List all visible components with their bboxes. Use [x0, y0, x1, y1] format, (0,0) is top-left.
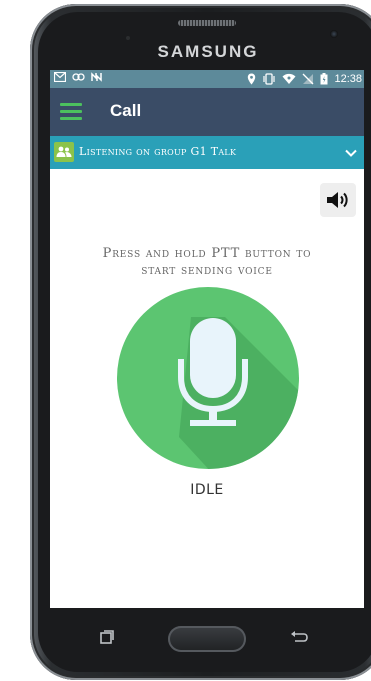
location-icon [248, 73, 256, 85]
speaker-toggle-button[interactable] [320, 183, 356, 217]
vibrate-icon [263, 73, 276, 85]
app-bar: Call [50, 88, 364, 136]
link-icon [72, 73, 85, 81]
group-icon [54, 142, 74, 162]
group-selector[interactable]: Listening on group G1 Talk [50, 136, 364, 169]
status-time: 12:38 [334, 73, 362, 85]
back-icon[interactable] [290, 630, 308, 644]
call-state: IDLE [190, 482, 224, 498]
instruction-line-2: start sending voice [141, 263, 273, 278]
proximity-sensor [126, 36, 130, 40]
mail-icon [54, 72, 66, 82]
no-signal-icon [303, 73, 314, 85]
ptt-instruction: Press and hold PTT button to start sendi… [70, 245, 344, 279]
microphone-icon [178, 317, 299, 469]
device-brand: SAMSUNG [157, 42, 259, 61]
hardware-nav-bar [50, 608, 364, 672]
screen: 12:38 Call Listening on group G1 Talk Pr… [50, 70, 364, 608]
battery-icon [320, 73, 328, 85]
page-title: Call [110, 101, 142, 120]
speaker-icon [327, 192, 348, 208]
instruction-line-1: Press and hold PTT button to [102, 246, 312, 261]
recent-apps-icon[interactable] [100, 630, 114, 644]
ptt-button[interactable] [117, 287, 299, 469]
nfc-icon [91, 72, 102, 82]
status-bar: 12:38 [50, 70, 364, 88]
wifi-icon [282, 73, 296, 84]
menu-icon[interactable] [60, 103, 82, 121]
call-content: Press and hold PTT button to start sendi… [50, 169, 364, 608]
earpiece-grille [178, 20, 236, 26]
front-camera [330, 30, 338, 38]
chevron-down-icon[interactable] [344, 146, 358, 160]
group-status-text: Listening on group G1 Talk [79, 145, 237, 158]
home-button[interactable] [168, 626, 246, 652]
